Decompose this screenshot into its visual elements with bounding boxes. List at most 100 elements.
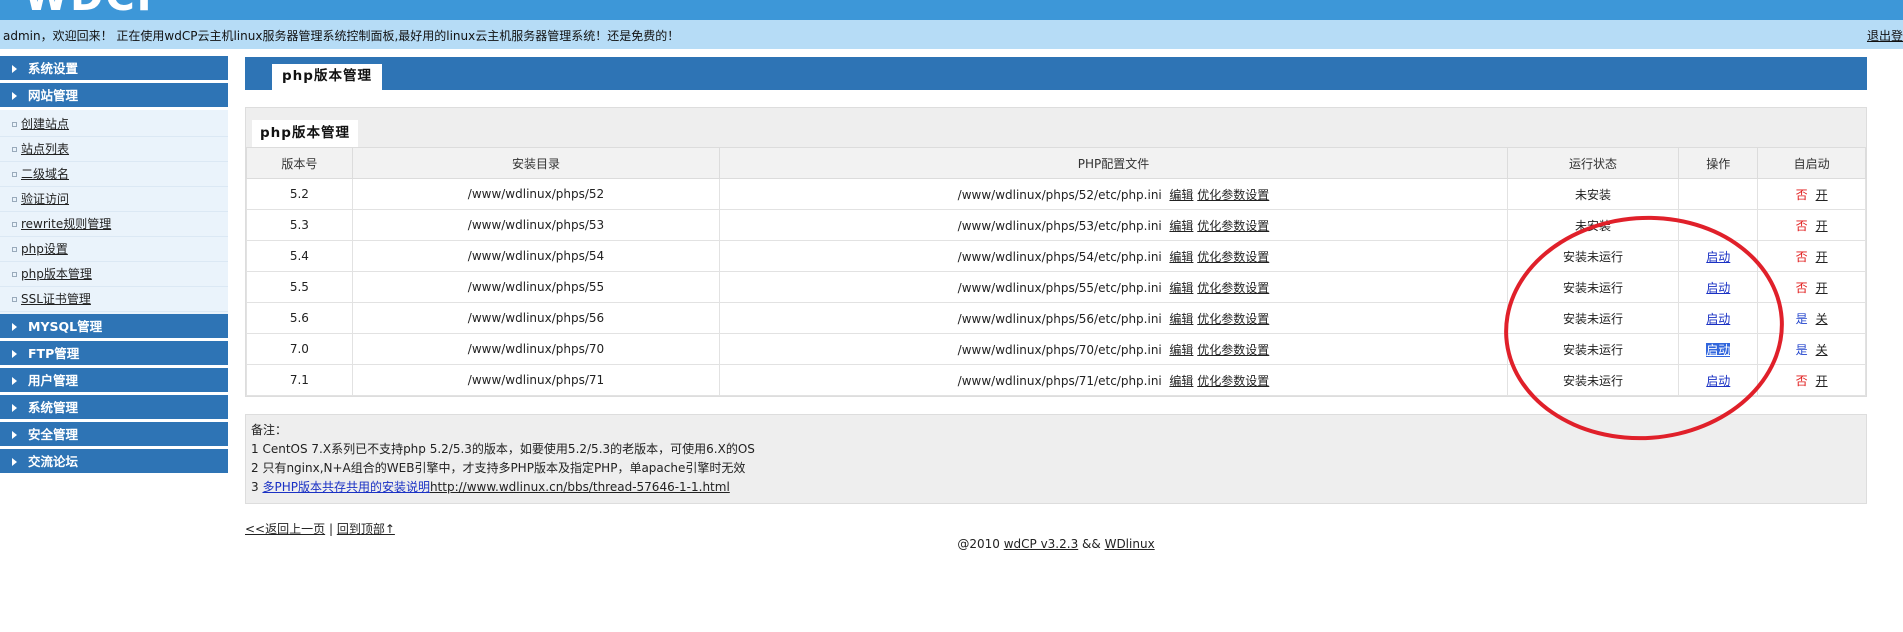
autostart-value: 否 — [1795, 280, 1808, 295]
sidebar-submenu-site-management: 创建站点 站点列表 二级域名 验证访问 rewrite规则管理 php设置 ph… — [0, 110, 228, 314]
top-header-bar: WDCP — [0, 0, 1903, 20]
welcome-bar: admin，欢迎回来！ 正在使用wdCP云主机linux服务器管理系统控制面板,… — [0, 20, 1903, 49]
start-link[interactable]: 启动 — [1706, 312, 1730, 326]
autostart-toggle-link[interactable]: 开 — [1816, 281, 1828, 295]
autostart-toggle-link[interactable]: 开 — [1816, 374, 1828, 388]
logout-link[interactable]: 退出登 — [1867, 27, 1903, 44]
autostart-value: 否 — [1795, 249, 1808, 264]
optimize-settings-link[interactable]: 优化参数设置 — [1197, 374, 1269, 388]
version-cell: 7.0 — [246, 333, 353, 365]
autostart-toggle-link[interactable]: 关 — [1816, 312, 1828, 326]
optimize-settings-link[interactable]: 优化参数设置 — [1197, 250, 1269, 264]
sidebar-group-ftp[interactable]: FTP管理 — [0, 341, 228, 368]
note-line-3: 3 多PHP版本共存共用的安装说明http://www.wdlinux.cn/b… — [251, 480, 730, 494]
action-cell: 启动 — [1678, 302, 1759, 334]
status-cell: 未安装 — [1506, 178, 1680, 210]
version-cell: 5.2 — [246, 178, 353, 210]
sidebar-item-site-list[interactable]: 站点列表 — [0, 137, 228, 162]
start-link[interactable]: 启动 — [1706, 281, 1730, 295]
caret-right-icon — [12, 458, 17, 466]
autostart-cell: 否开 — [1757, 240, 1866, 272]
caret-right-icon — [12, 377, 17, 385]
caret-right-icon — [12, 431, 17, 439]
autostart-cell: 否开 — [1757, 364, 1866, 396]
table-row: 7.0 /www/wdlinux/phps/70 /www/wdlinux/ph… — [246, 333, 1866, 365]
optimize-settings-link[interactable]: 优化参数设置 — [1197, 219, 1269, 233]
bullet-icon — [12, 147, 17, 152]
autostart-value: 否 — [1795, 187, 1808, 202]
table-row: 5.2 /www/wdlinux/phps/52 /www/wdlinux/ph… — [246, 178, 1866, 210]
autostart-cell: 否开 — [1757, 271, 1866, 303]
install-dir-cell: /www/wdlinux/phps/56 — [351, 302, 721, 334]
sidebar-item-rewrite-rules[interactable]: rewrite规则管理 — [0, 212, 228, 237]
sidebar-item-php-versions[interactable]: php版本管理 — [0, 262, 228, 287]
autostart-cell: 否开 — [1757, 178, 1866, 210]
install-guide-link[interactable]: 多PHP版本共存共用的安装说明 — [262, 480, 430, 494]
footer-brand-link[interactable]: WDlinux — [1105, 537, 1155, 551]
autostart-toggle-link[interactable]: 关 — [1816, 343, 1828, 357]
edit-link[interactable]: 编辑 — [1169, 219, 1193, 233]
caret-right-icon — [12, 323, 17, 331]
footer-version-link[interactable]: wdCP v3.2.3 — [1004, 537, 1079, 551]
sidebar-item-subdomain[interactable]: 二级域名 — [0, 162, 228, 187]
optimize-settings-link[interactable]: 优化参数设置 — [1197, 188, 1269, 202]
install-dir-cell: /www/wdlinux/phps/55 — [351, 271, 721, 303]
sidebar-group-system-management[interactable]: 系统管理 — [0, 395, 228, 422]
status-cell: 安装未运行 — [1506, 333, 1680, 365]
notes-box: 备注： 1 CentOS 7.X系列已不支持php 5.2/5.3的版本，如要使… — [245, 414, 1867, 504]
install-dir-cell: /www/wdlinux/phps/52 — [351, 178, 721, 210]
config-file-cell: /www/wdlinux/phps/56/etc/php.ini 编辑 优化参数… — [719, 302, 1508, 334]
config-file-cell: /www/wdlinux/phps/53/etc/php.ini 编辑 优化参数… — [719, 209, 1508, 241]
main-content: php版本管理 php版本管理 版本号 安装目录 PHP配置文件 运行状态 操作… — [245, 57, 1867, 551]
nav-separator: | — [328, 522, 333, 536]
panel-title: php版本管理 — [252, 120, 358, 147]
table-row: 5.3 /www/wdlinux/phps/53 /www/wdlinux/ph… — [246, 209, 1866, 241]
start-link[interactable]: 启动 — [1706, 250, 1730, 264]
page-title-bar: php版本管理 — [245, 57, 1867, 90]
sidebar-item-create-site[interactable]: 创建站点 — [0, 112, 228, 137]
back-link[interactable]: <<返回上一页 — [245, 522, 325, 536]
back-to-top-link[interactable]: 回到顶部↑ — [337, 522, 395, 536]
sidebar-item-auth-access[interactable]: 验证访问 — [0, 187, 228, 212]
install-dir-cell: /www/wdlinux/phps/54 — [351, 240, 721, 272]
start-link[interactable]: 启动 — [1706, 374, 1730, 388]
action-cell — [1678, 178, 1759, 210]
version-cell: 5.6 — [246, 302, 353, 334]
sidebar-group-site-management[interactable]: 网站管理 — [0, 83, 228, 110]
optimize-settings-link[interactable]: 优化参数设置 — [1197, 281, 1269, 295]
status-cell: 未安装 — [1506, 209, 1680, 241]
sidebar-group-users[interactable]: 用户管理 — [0, 368, 228, 395]
action-cell: 启动 — [1678, 271, 1759, 303]
edit-link[interactable]: 编辑 — [1169, 374, 1193, 388]
bullet-icon — [12, 197, 17, 202]
start-link[interactable]: 启动 — [1706, 342, 1731, 357]
autostart-toggle-link[interactable]: 开 — [1816, 250, 1828, 264]
back-navigation: <<返回上一页 | 回到顶部↑ — [245, 520, 1867, 537]
install-dir-cell: /www/wdlinux/phps/53 — [351, 209, 721, 241]
action-cell: 启动 — [1678, 333, 1759, 365]
bullet-icon — [12, 222, 17, 227]
edit-link[interactable]: 编辑 — [1169, 343, 1193, 357]
sidebar-item-ssl-certs[interactable]: SSL证书管理 — [0, 287, 228, 312]
sidebar-group-forum[interactable]: 交流论坛 — [0, 449, 228, 476]
sidebar-group-security[interactable]: 安全管理 — [0, 422, 228, 449]
edit-link[interactable]: 编辑 — [1169, 281, 1193, 295]
optimize-settings-link[interactable]: 优化参数设置 — [1197, 343, 1269, 357]
forum-thread-link[interactable]: http://www.wdlinux.cn/bbs/thread-57646-1… — [430, 480, 730, 494]
edit-link[interactable]: 编辑 — [1169, 250, 1193, 264]
autostart-cell: 是关 — [1757, 302, 1866, 334]
action-cell: 启动 — [1678, 240, 1759, 272]
sidebar-group-mysql[interactable]: MYSQL管理 — [0, 314, 228, 341]
column-header-version: 版本号 — [246, 147, 353, 179]
bullet-icon — [12, 272, 17, 277]
sidebar: 系统设置 网站管理 创建站点 站点列表 二级域名 验证访问 rewrite规则管… — [0, 56, 228, 476]
optimize-settings-link[interactable]: 优化参数设置 — [1197, 312, 1269, 326]
status-cell: 安装未运行 — [1506, 271, 1680, 303]
column-header-config-file: PHP配置文件 — [719, 147, 1508, 179]
edit-link[interactable]: 编辑 — [1169, 312, 1193, 326]
autostart-toggle-link[interactable]: 开 — [1816, 219, 1828, 233]
edit-link[interactable]: 编辑 — [1169, 188, 1193, 202]
sidebar-group-system-settings[interactable]: 系统设置 — [0, 56, 228, 83]
autostart-toggle-link[interactable]: 开 — [1816, 188, 1828, 202]
sidebar-item-php-settings[interactable]: php设置 — [0, 237, 228, 262]
